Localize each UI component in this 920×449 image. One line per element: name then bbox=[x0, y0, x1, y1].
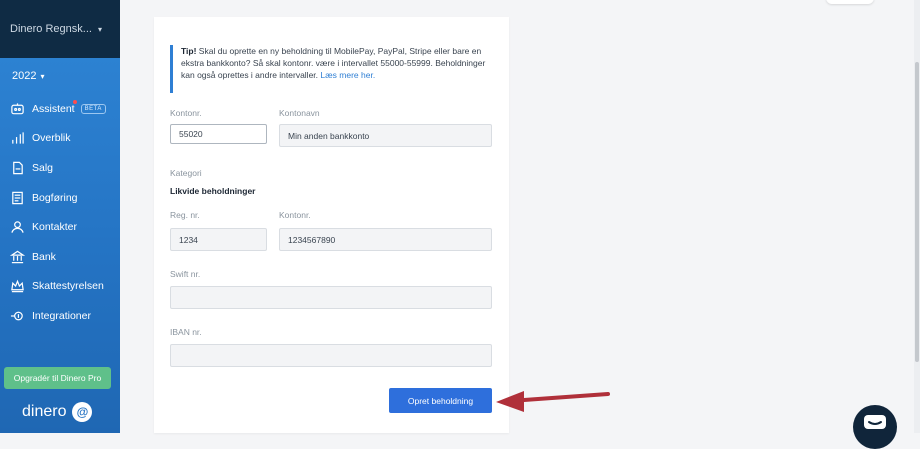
sidebar-item-salg[interactable]: Salg bbox=[0, 153, 120, 183]
paperclip-icon: @ bbox=[72, 402, 93, 422]
plug-icon bbox=[9, 309, 25, 323]
logo-text: dinero bbox=[22, 403, 67, 420]
crown-icon bbox=[9, 279, 25, 293]
year-selector[interactable]: 2022 ▾ bbox=[0, 58, 120, 94]
sidebar-item-bogforing[interactable]: Bogføring bbox=[0, 183, 120, 213]
ledger-icon bbox=[9, 191, 25, 205]
scrollbar[interactable] bbox=[914, 0, 920, 433]
sidebar-item-kontakter[interactable]: Kontakter bbox=[0, 212, 120, 242]
sidebar-item-overblik[interactable]: Overblik bbox=[0, 124, 120, 154]
sidebar-item-integrationer[interactable]: Integrationer bbox=[0, 301, 120, 331]
notification-dot bbox=[73, 100, 77, 104]
iban-label: IBAN nr. bbox=[170, 327, 202, 337]
tip-box: Tip! Skal du oprette en ny beholdning ti… bbox=[170, 45, 490, 93]
sidebar-item-bank[interactable]: Bank bbox=[0, 242, 120, 272]
person-icon bbox=[9, 220, 25, 234]
chevron-down-icon: ▾ bbox=[40, 71, 45, 81]
sidebar: Dinero Regnsk... ▾ 2022 ▾ Assistent BETA… bbox=[0, 0, 120, 433]
sidebar-item-label: Skattestyrelsen bbox=[32, 280, 104, 293]
dinero-logo[interactable]: dinero @ bbox=[22, 402, 93, 422]
account-name-label: Kontonavn bbox=[279, 108, 320, 118]
sidebar-item-label: Salg bbox=[32, 161, 54, 174]
robot-icon bbox=[9, 102, 25, 116]
category-label: Kategori bbox=[170, 168, 202, 178]
sidebar-nav: Assistent BETA Overblik Salg Bogføring K… bbox=[0, 94, 120, 331]
swift-input[interactable] bbox=[170, 286, 492, 309]
year-label: 2022 bbox=[12, 70, 37, 82]
create-holding-button[interactable]: Opret beholdning bbox=[389, 388, 492, 413]
sidebar-item-label: Bogføring bbox=[32, 191, 78, 204]
organization-switcher[interactable]: Dinero Regnsk... ▾ bbox=[0, 0, 120, 58]
reg-number-input[interactable] bbox=[170, 228, 267, 251]
chat-button[interactable] bbox=[853, 405, 897, 449]
sidebar-item-label: Assistent bbox=[32, 102, 75, 115]
swift-label: Swift nr. bbox=[170, 269, 201, 279]
sidebar-item-label: Kontakter bbox=[32, 221, 77, 234]
sidebar-item-skattestyrelsen[interactable]: Skattestyrelsen bbox=[0, 272, 120, 302]
chevron-down-icon: ▾ bbox=[97, 24, 102, 34]
account-number-input[interactable] bbox=[170, 124, 267, 144]
sidebar-item-label: Integrationer bbox=[32, 309, 91, 322]
bank-icon bbox=[9, 250, 25, 264]
account-number-label: Kontonr. bbox=[170, 108, 202, 118]
top-right-button[interactable] bbox=[826, 0, 874, 4]
bar-chart-icon bbox=[9, 131, 25, 145]
bank-account-number-input[interactable] bbox=[279, 228, 492, 251]
beta-badge: BETA bbox=[80, 103, 106, 114]
bank-account-number-label: Kontonr. bbox=[279, 210, 311, 220]
chat-icon bbox=[864, 415, 886, 429]
upgrade-button[interactable]: Opgradér til Dinero Pro bbox=[4, 367, 111, 389]
sidebar-item-label: Overblik bbox=[32, 132, 71, 145]
sidebar-item-label: Bank bbox=[32, 250, 56, 263]
read-more-link[interactable]: Læs mere her. bbox=[320, 70, 375, 80]
organization-name: Dinero Regnsk... bbox=[10, 23, 92, 35]
category-value: Likvide beholdninger bbox=[170, 186, 256, 196]
tip-title: Tip! bbox=[181, 46, 197, 56]
document-icon bbox=[9, 161, 25, 175]
account-form-card: Tip! Skal du oprette en ny beholdning ti… bbox=[154, 17, 509, 433]
sidebar-item-assistent[interactable]: Assistent BETA bbox=[0, 94, 120, 124]
reg-number-label: Reg. nr. bbox=[170, 210, 200, 220]
scrollbar-thumb[interactable] bbox=[915, 62, 919, 362]
account-name-input[interactable] bbox=[279, 124, 492, 147]
annotation-arrow bbox=[496, 391, 610, 412]
iban-input[interactable] bbox=[170, 344, 492, 367]
